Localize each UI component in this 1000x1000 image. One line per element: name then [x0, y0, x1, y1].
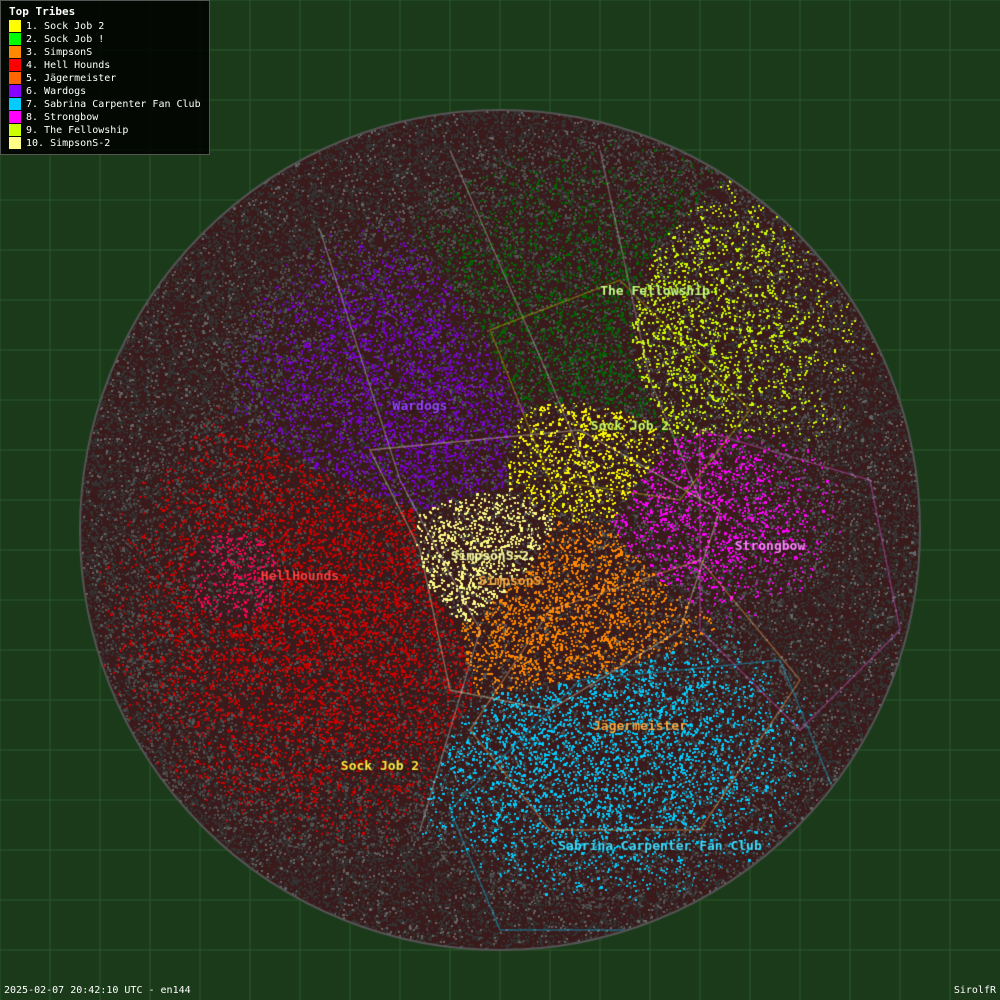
legend-item-label: 5. Jägermeister — [26, 73, 116, 84]
attribution: SirolfR — [954, 985, 996, 996]
legend-color-swatch — [9, 72, 21, 84]
legend-item: 1. Sock Job 2 — [9, 20, 201, 32]
legend-item-label: 9. The Fellowship — [26, 125, 128, 136]
legend-item: 3. SimpsonS — [9, 46, 201, 58]
legend-item: 4. Hell Hounds — [9, 59, 201, 71]
legend-item-label: 8. Strongbow — [26, 112, 98, 123]
legend-item-label: 2. Sock Job ! — [26, 34, 104, 45]
legend-color-swatch — [9, 33, 21, 45]
legend-item: 7. Sabrina Carpenter Fan Club — [9, 98, 201, 110]
legend-item: 8. Strongbow — [9, 111, 201, 123]
legend-color-swatch — [9, 20, 21, 32]
legend-item-label: 1. Sock Job 2 — [26, 21, 104, 32]
legend-title: Top Tribes — [9, 5, 201, 18]
legend-item-label: 6. Wardogs — [26, 86, 86, 97]
legend-color-swatch — [9, 85, 21, 97]
legend-item: 6. Wardogs — [9, 85, 201, 97]
legend-color-swatch — [9, 111, 21, 123]
legend-item-label: 10. SimpsonS-2 — [26, 138, 110, 149]
legend-item-label: 7. Sabrina Carpenter Fan Club — [26, 99, 201, 110]
legend-item: 10. SimpsonS-2 — [9, 137, 201, 149]
legend-color-swatch — [9, 46, 21, 58]
legend-color-swatch — [9, 59, 21, 71]
legend-item-label: 4. Hell Hounds — [26, 60, 110, 71]
legend-items: 1. Sock Job 2 2. Sock Job ! 3. SimpsonS … — [9, 20, 201, 149]
legend-item: 5. Jägermeister — [9, 72, 201, 84]
legend-color-swatch — [9, 137, 21, 149]
legend-item-label: 3. SimpsonS — [26, 47, 92, 58]
legend-color-swatch — [9, 98, 21, 110]
legend-item: 2. Sock Job ! — [9, 33, 201, 45]
timestamp: 2025-02-07 20:42:10 UTC - en144 — [4, 985, 191, 996]
legend-item: 9. The Fellowship — [9, 124, 201, 136]
legend-color-swatch — [9, 124, 21, 136]
legend-panel: Top Tribes 1. Sock Job 2 2. Sock Job ! 3… — [0, 0, 210, 155]
